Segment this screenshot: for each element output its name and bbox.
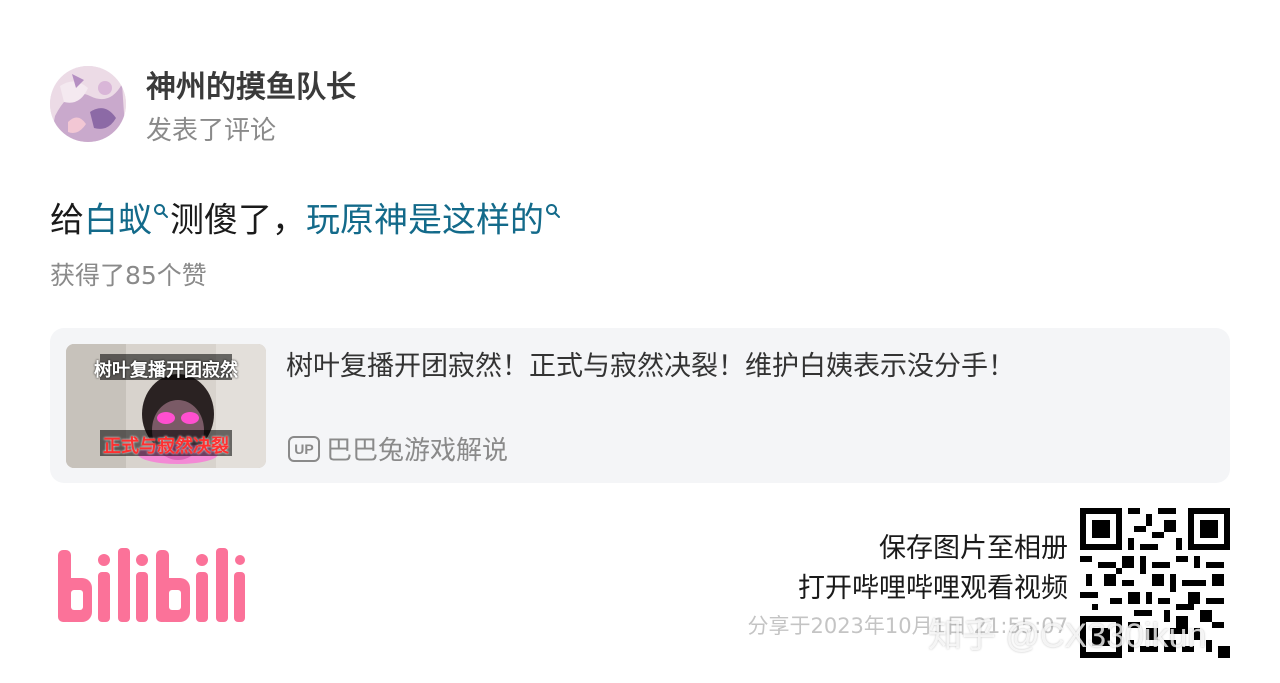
user-name[interactable]: 神州的摸鱼队长 bbox=[146, 62, 356, 106]
thumbnail-top-text: 树叶复播开团寂然 bbox=[94, 360, 238, 381]
video-uploader[interactable]: UP 巴巴兔游戏解说 bbox=[288, 430, 508, 467]
search-icon[interactable] bbox=[153, 184, 169, 232]
comment-prefix: 给 bbox=[50, 200, 84, 241]
bilibili-logo bbox=[56, 540, 246, 632]
uploader-name: 巴巴兔游戏解说 bbox=[326, 436, 509, 466]
user-action: 发表了评论 bbox=[146, 116, 277, 146]
comment-link-genshin[interactable]: 玩原神是这样的 bbox=[306, 200, 544, 240]
user-avatar[interactable] bbox=[50, 66, 126, 142]
comment-middle: 测傻了， bbox=[170, 200, 306, 241]
cta-open-app: 打开哔哩哔哩观看视频 bbox=[798, 573, 1068, 604]
share-card: 神州的摸鱼队长 发表了评论 给白蚁 测傻了，玩原神是这样的 获得了85个赞 树叶复… bbox=[0, 0, 1280, 683]
up-badge-icon: UP bbox=[288, 435, 320, 462]
cta-save-image: 保存图片至相册 bbox=[879, 533, 1068, 564]
likes-count: 获得了85个赞 bbox=[50, 261, 207, 290]
video-title[interactable]: 树叶复播开团寂然！正式与寂然决裂！维护白姨表示没分手！ bbox=[286, 344, 1015, 383]
comment-link-baiyi[interactable]: 白蚁 bbox=[84, 200, 152, 240]
video-card[interactable]: 树叶复播开团寂然 正式与寂然决裂 树叶复播开团寂然！正式与寂然决裂！维护白姨表示… bbox=[50, 328, 1230, 483]
watermark: 知乎 @CX330ikun bbox=[928, 617, 1207, 655]
search-icon[interactable] bbox=[545, 184, 561, 232]
comment-text: 给白蚁 测傻了，玩原神是这样的 bbox=[50, 184, 562, 244]
video-thumbnail[interactable]: 树叶复播开团寂然 正式与寂然决裂 bbox=[66, 344, 266, 468]
thumbnail-bottom-text: 正式与寂然决裂 bbox=[103, 436, 229, 457]
